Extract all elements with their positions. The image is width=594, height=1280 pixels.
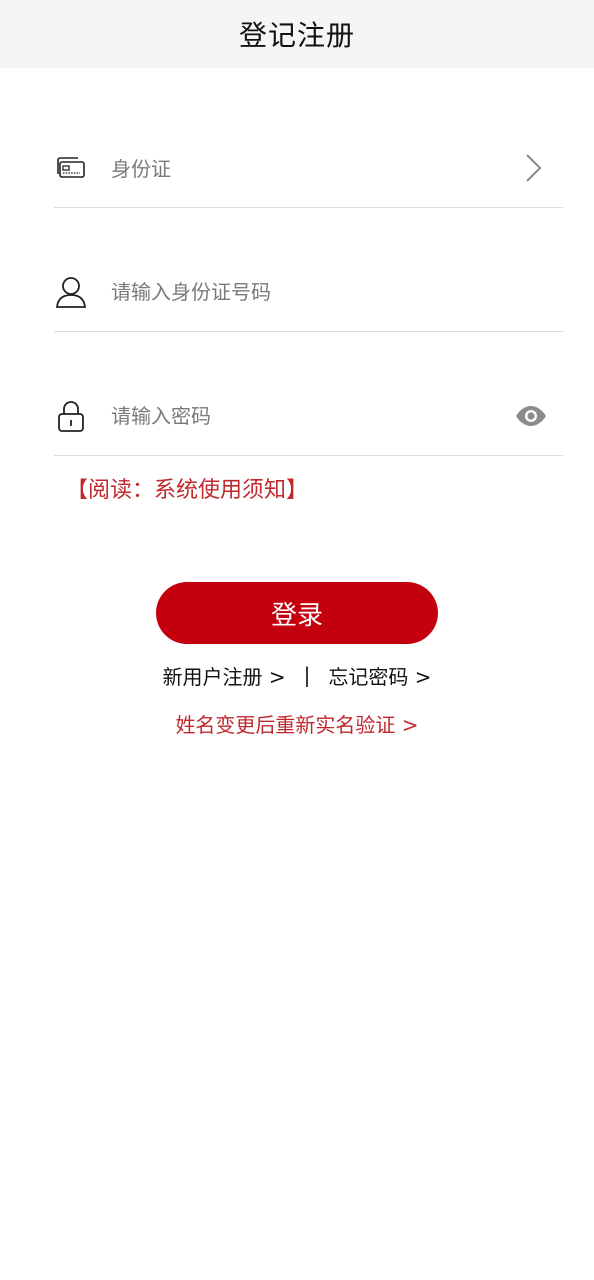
- id-card-icon: [54, 148, 88, 188]
- lock-icon: [54, 396, 88, 436]
- secondary-links: 新用户注册 > | 忘记密码 >: [0, 660, 594, 690]
- app-header: 登记注册: [0, 0, 594, 68]
- terms-notice-link[interactable]: 【阅读：系统使用须知】: [66, 472, 308, 504]
- id-type-selector[interactable]: 身份证: [54, 128, 563, 208]
- chevron-right-icon: [515, 148, 551, 188]
- user-icon: [54, 272, 88, 312]
- eye-icon[interactable]: [513, 396, 549, 436]
- login-button[interactable]: 登录: [156, 582, 438, 644]
- id-type-label: 身份证: [111, 157, 171, 181]
- register-link[interactable]: 新用户注册 >: [163, 661, 286, 690]
- id-number-input[interactable]: [111, 271, 511, 312]
- password-row: [54, 376, 563, 456]
- password-input[interactable]: [111, 395, 511, 436]
- page-title: 登记注册: [238, 19, 355, 52]
- link-separator: |: [303, 663, 311, 687]
- name-change-reverify-link[interactable]: 姓名变更后重新实名验证 >: [0, 708, 594, 738]
- forgot-password-link[interactable]: 忘记密码 >: [328, 661, 431, 690]
- id-number-row: [54, 252, 563, 332]
